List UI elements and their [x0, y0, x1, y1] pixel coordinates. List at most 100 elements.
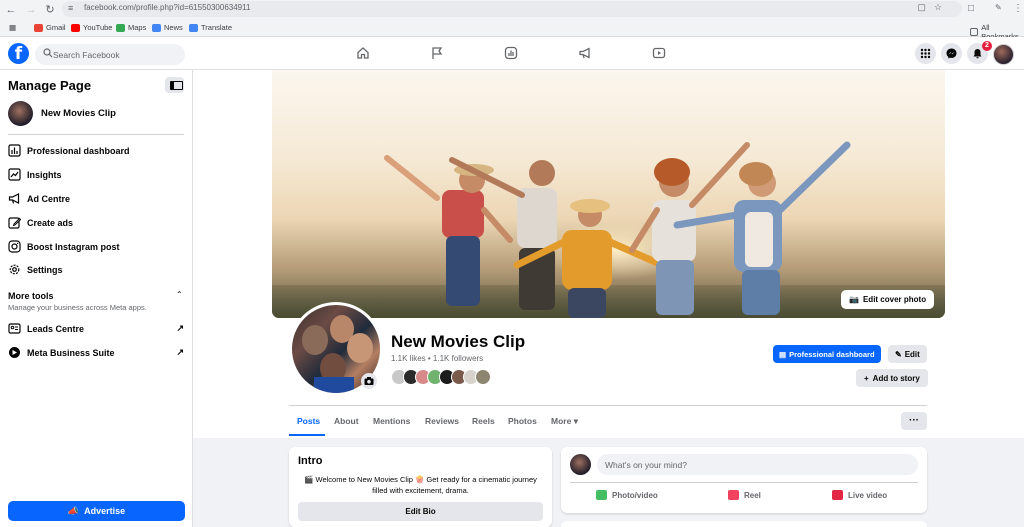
active-tab-indicator [289, 434, 325, 436]
search-icon [43, 48, 53, 58]
chevron-up-icon[interactable]: ⌃ [176, 290, 183, 299]
apps-icon[interactable]: ▦ [9, 23, 16, 32]
bookmark-star-icon[interactable]: ▢☆ [917, 2, 950, 13]
bookmark-gmail[interactable]: Gmail [34, 23, 66, 32]
sidebar-item-insights[interactable]: Insights [8, 168, 184, 181]
live-video-icon [832, 490, 843, 500]
tab-about[interactable]: About [334, 416, 359, 426]
megaphone-icon [8, 193, 20, 204]
reload-icon[interactable]: ↻ [43, 3, 57, 17]
whats-on-your-mind-input[interactable] [597, 454, 918, 475]
sidebar-item-professional-dashboard[interactable]: Professional dashboard [8, 144, 184, 157]
external-link-icon: ↗ [176, 323, 184, 333]
cover-photo[interactable]: 📷 Edit cover photo [272, 70, 945, 318]
caret-down-icon: ▾ [573, 416, 578, 426]
leads-icon [8, 323, 21, 334]
sidebar-item-meta-business-suite[interactable]: Meta Business Suite ↗ [8, 346, 184, 359]
messenger-icon [946, 48, 957, 59]
bookmark-translate[interactable]: Translate [189, 23, 232, 32]
sidebar-item-label: Insights [27, 169, 62, 180]
pfp-shirt [314, 377, 354, 393]
sidebar-item-boost-instagram[interactable]: Boost Instagram post [8, 240, 184, 253]
follower-avatar [475, 369, 491, 385]
chrome-menu-icon[interactable]: ⋮ [1013, 3, 1023, 14]
more-tools-subtitle: Manage your business across Meta apps. [8, 303, 147, 312]
insights-icon [8, 168, 21, 181]
tab-more[interactable]: More ▾ [551, 416, 578, 427]
live-video-button[interactable]: Live video [832, 490, 887, 500]
professional-dashboard-button[interactable]: ▤ Professional dashboard [773, 345, 881, 363]
dashboard-icon: ▤ [779, 349, 787, 359]
post-composer: Photo/video Reel Live video [561, 447, 927, 513]
advertise-button[interactable]: 📣 Advertise [8, 501, 185, 521]
intro-card: Intro 🎬 Welcome to New Movies Clip 🍿 Get… [289, 447, 552, 527]
page-main: 📷 Edit cover photo New Movies Clip 1.1K … [193, 70, 1024, 527]
grid-icon [920, 48, 931, 59]
bookmarks-bar: ▦ Gmail YouTube Maps News Translate All … [0, 19, 1024, 41]
page-stats[interactable]: 1.1K likes • 1.1K followers [391, 354, 483, 363]
messenger-button[interactable] [941, 43, 962, 64]
bookmark-maps[interactable]: Maps [116, 23, 146, 32]
bookmark-news[interactable]: News [152, 23, 183, 32]
composer-avatar[interactable] [570, 454, 591, 475]
tab-posts[interactable]: Posts [297, 416, 320, 426]
page-avatar [8, 101, 33, 126]
add-to-story-button[interactable]: + Add to story [856, 369, 928, 387]
megaphone-icon: 📣 [67, 505, 80, 516]
bell-icon [973, 49, 982, 59]
edit-cover-photo-button[interactable]: 📷 Edit cover photo [841, 290, 935, 309]
edit-icon [8, 217, 21, 229]
more-options-button[interactable]: ··· [901, 412, 927, 430]
url-text: facebook.com/profile.php?id=615503006349… [84, 3, 251, 12]
address-bar[interactable]: ≡ facebook.com/profile.php?id=6155030063… [62, 1, 962, 17]
reel-button[interactable]: Reel [728, 490, 761, 500]
cover-illustration [384, 141, 851, 318]
back-icon[interactable]: ← [4, 3, 18, 17]
intro-bio: 🎬 Welcome to New Movies Clip 🍿 Get ready… [304, 475, 537, 495]
home-icon[interactable] [356, 46, 370, 60]
sidebar-item-settings[interactable]: Settings [8, 263, 184, 276]
more-tools-heading[interactable]: More tools [8, 291, 54, 301]
extensions-icon[interactable]: □ [968, 3, 974, 14]
tab-mentions[interactable]: Mentions [373, 416, 410, 426]
tab-reels[interactable]: Reels [472, 416, 495, 426]
sidebar-page-name: New Movies Clip [41, 108, 116, 119]
sidebar-item-label: Ad Centre [27, 193, 71, 204]
sidebar-item-create-ads[interactable]: Create ads [8, 216, 184, 229]
search-box[interactable] [35, 44, 185, 65]
profile-icon[interactable]: ✎ [995, 3, 1002, 12]
sidebar-page-switcher[interactable]: New Movies Clip [8, 101, 116, 126]
sidebar-item-ad-centre[interactable]: Ad Centre [8, 192, 184, 205]
sidebar-item-label: Professional dashboard [27, 145, 130, 156]
gear-icon [9, 264, 20, 275]
manage-page-sidebar: Manage Page New Movies Clip Professional… [0, 70, 193, 527]
flag-icon[interactable] [430, 46, 444, 60]
pencil-icon: ✎ [895, 349, 902, 359]
follower-avatars[interactable] [391, 369, 491, 385]
tab-photos[interactable]: Photos [508, 416, 537, 426]
chart-icon[interactable] [504, 46, 518, 60]
megaphone-icon[interactable] [578, 46, 592, 60]
page-title: New Movies Clip [391, 332, 526, 351]
notification-badge: 2 [982, 41, 992, 51]
video-icon[interactable] [652, 46, 666, 60]
edit-bio-button[interactable]: Edit Bio [298, 502, 543, 521]
forward-icon[interactable]: → [24, 3, 38, 17]
sidebar-item-label: Settings [27, 264, 63, 275]
edit-page-button[interactable]: ✎ Edit [888, 345, 927, 363]
facebook-logo[interactable]: f [8, 43, 29, 64]
camera-icon: 📷 [849, 295, 859, 304]
account-avatar[interactable] [993, 44, 1014, 65]
search-input[interactable] [53, 47, 181, 62]
menu-grid-button[interactable] [915, 43, 936, 64]
facebook-topbar: f [0, 37, 1024, 70]
site-info-icon[interactable]: ≡ [68, 3, 73, 13]
sidebar-item-leads-centre[interactable]: Leads Centre ↗ [8, 322, 184, 335]
next-card [561, 521, 927, 527]
camera-icon [364, 377, 374, 385]
photo-video-button[interactable]: Photo/video [596, 490, 658, 500]
tab-reviews[interactable]: Reviews [425, 416, 459, 426]
bookmark-youtube[interactable]: YouTube [71, 23, 112, 32]
sidebar-collapse-icon[interactable] [165, 77, 184, 93]
update-profile-picture-button[interactable] [361, 373, 377, 389]
